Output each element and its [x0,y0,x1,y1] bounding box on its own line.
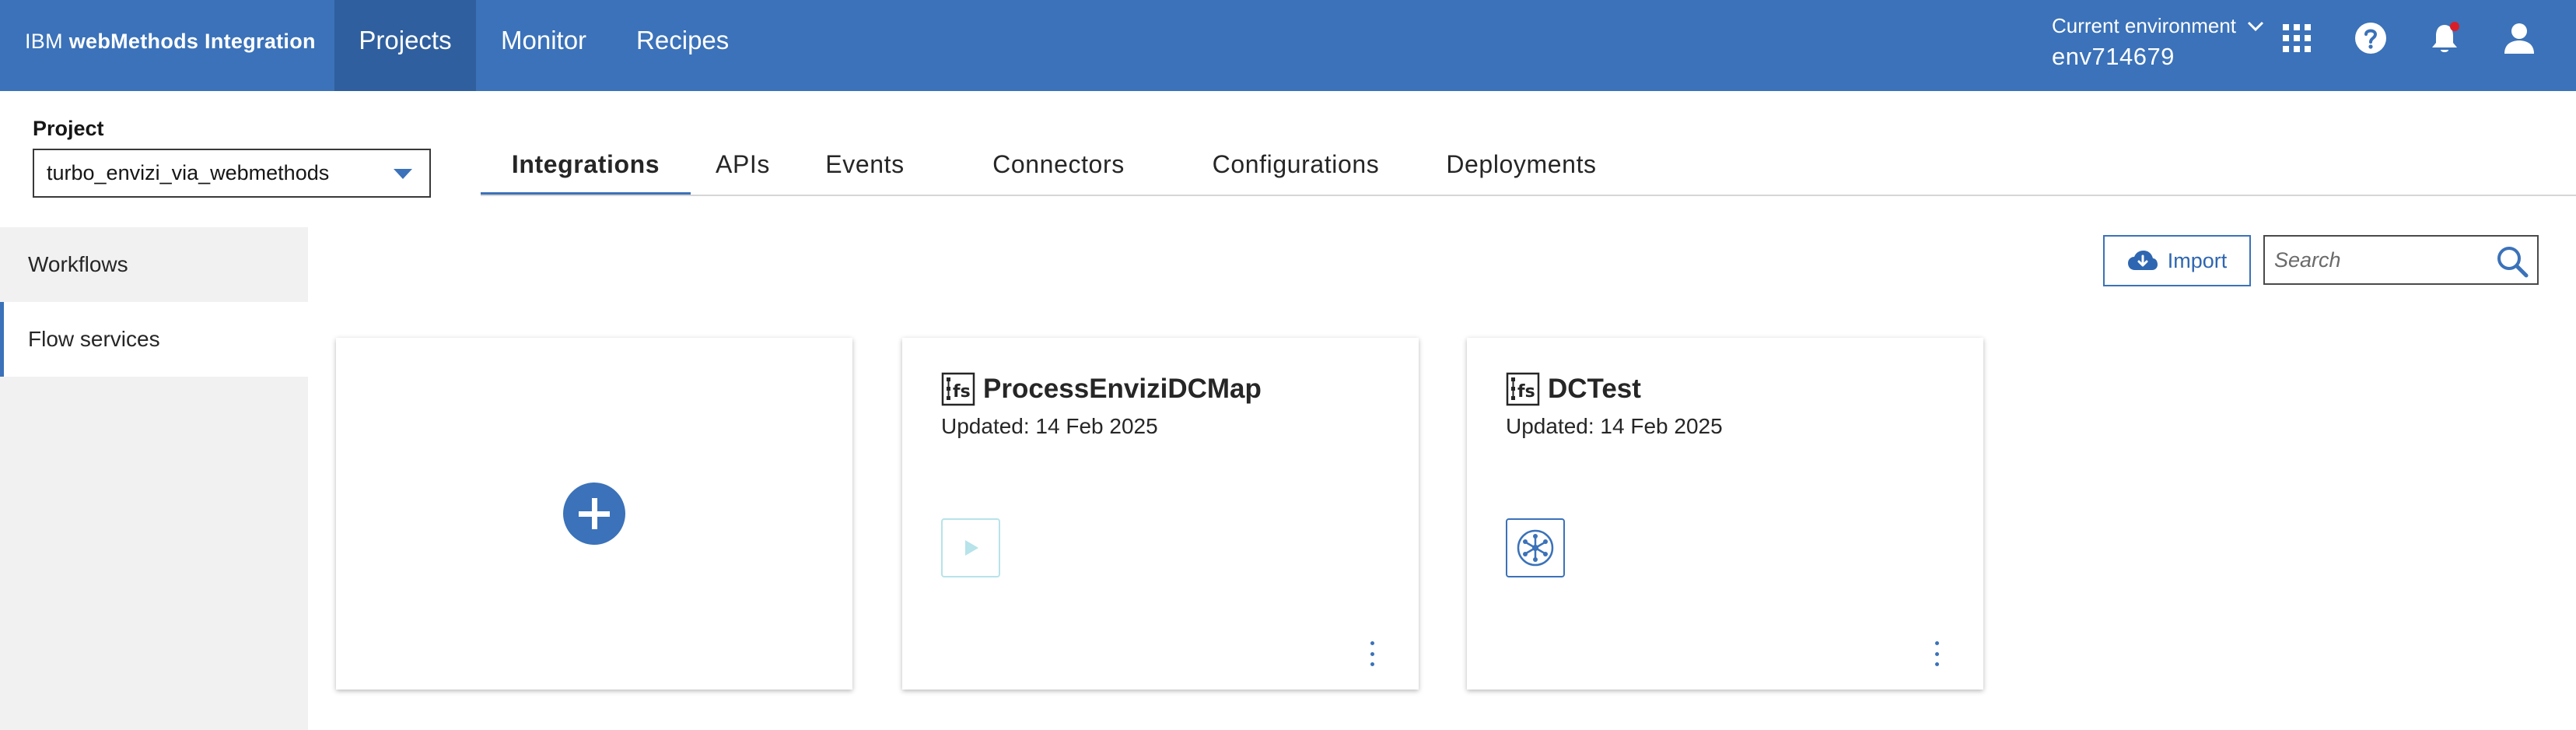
svg-text:fs: fs [953,382,971,402]
tab-events[interactable]: Events [795,136,935,196]
project-label: Project [33,117,104,140]
sidebar-item-workflows[interactable]: Workflows [0,227,308,302]
top-header: IBM webMethods Integration Projects Moni… [0,0,2576,91]
run-play-icon[interactable] [941,518,1000,577]
sidebar-item-flow-services[interactable]: Flow services [0,302,308,377]
tabs-divider [481,195,2576,196]
search-icon[interactable] [2495,244,2529,279]
notification-badge [2450,22,2459,31]
flow-network-icon[interactable] [1506,518,1565,577]
import-label: Import [2167,248,2228,272]
nav-projects[interactable]: Projects [334,0,476,91]
tab-connectors[interactable]: Connectors [935,136,1182,196]
top-navigation: Projects Monitor Recipes [334,0,754,91]
card-title[interactable]: ProcessEnviziDCMap [983,374,1262,405]
add-plus-icon[interactable] [563,483,625,545]
card-updated-date: Updated: 14 Feb 2025 [1506,414,1723,438]
overflow-menu-icon[interactable] [1364,638,1380,669]
nav-monitor[interactable]: Monitor [476,0,611,91]
chevron-down-icon [2247,21,2264,31]
flow-service-icon: fs [941,372,975,406]
card-updated-date: Updated: 14 Feb 2025 [941,414,1158,438]
help-icon[interactable] [2353,20,2389,56]
project-tabs: Integrations APIs Events Connectors Conf… [481,136,1633,196]
caret-down-icon [394,169,412,179]
project-dropdown[interactable]: turbo_envizi_via_webmethods [33,149,431,198]
environment-switcher[interactable]: Current environment env714679 [2052,14,2264,71]
card-title[interactable]: DCTest [1548,374,1641,405]
overflow-menu-icon[interactable] [1929,638,1944,669]
tab-deployments[interactable]: Deployments [1409,136,1633,196]
import-button[interactable]: Import [2103,235,2251,286]
brand-product: webMethods Integration [68,30,316,53]
environment-label: Current environment [2052,14,2236,37]
user-avatar-icon[interactable] [2501,20,2537,56]
environment-value: env714679 [2052,43,2175,70]
search-container [2263,235,2539,285]
nav-recipes[interactable]: Recipes [611,0,754,91]
notification-bell-icon[interactable] [2427,20,2462,56]
svg-text:fs: fs [1517,382,1535,402]
tab-configurations[interactable]: Configurations [1182,136,1409,196]
flow-service-card[interactable]: fs DCTest Updated: 14 Feb 2025 [1467,338,1983,690]
brand-prefix: IBM [25,30,63,53]
apps-grid-icon[interactable] [2279,20,2315,56]
brand-logo[interactable]: IBM webMethods Integration [25,0,316,83]
tab-apis[interactable]: APIs [691,136,795,196]
add-flow-service-card[interactable] [336,338,852,690]
flow-service-icon: fs [1506,372,1540,406]
flow-service-card[interactable]: fs ProcessEnviziDCMap Updated: 14 Feb 20… [902,338,1419,690]
tab-integrations[interactable]: Integrations [481,136,691,196]
cloud-download-icon [2127,251,2158,270]
project-selected-value: turbo_envizi_via_webmethods [47,161,330,184]
left-sidebar: Workflows Flow services [0,227,308,730]
search-input[interactable] [2265,237,2483,283]
